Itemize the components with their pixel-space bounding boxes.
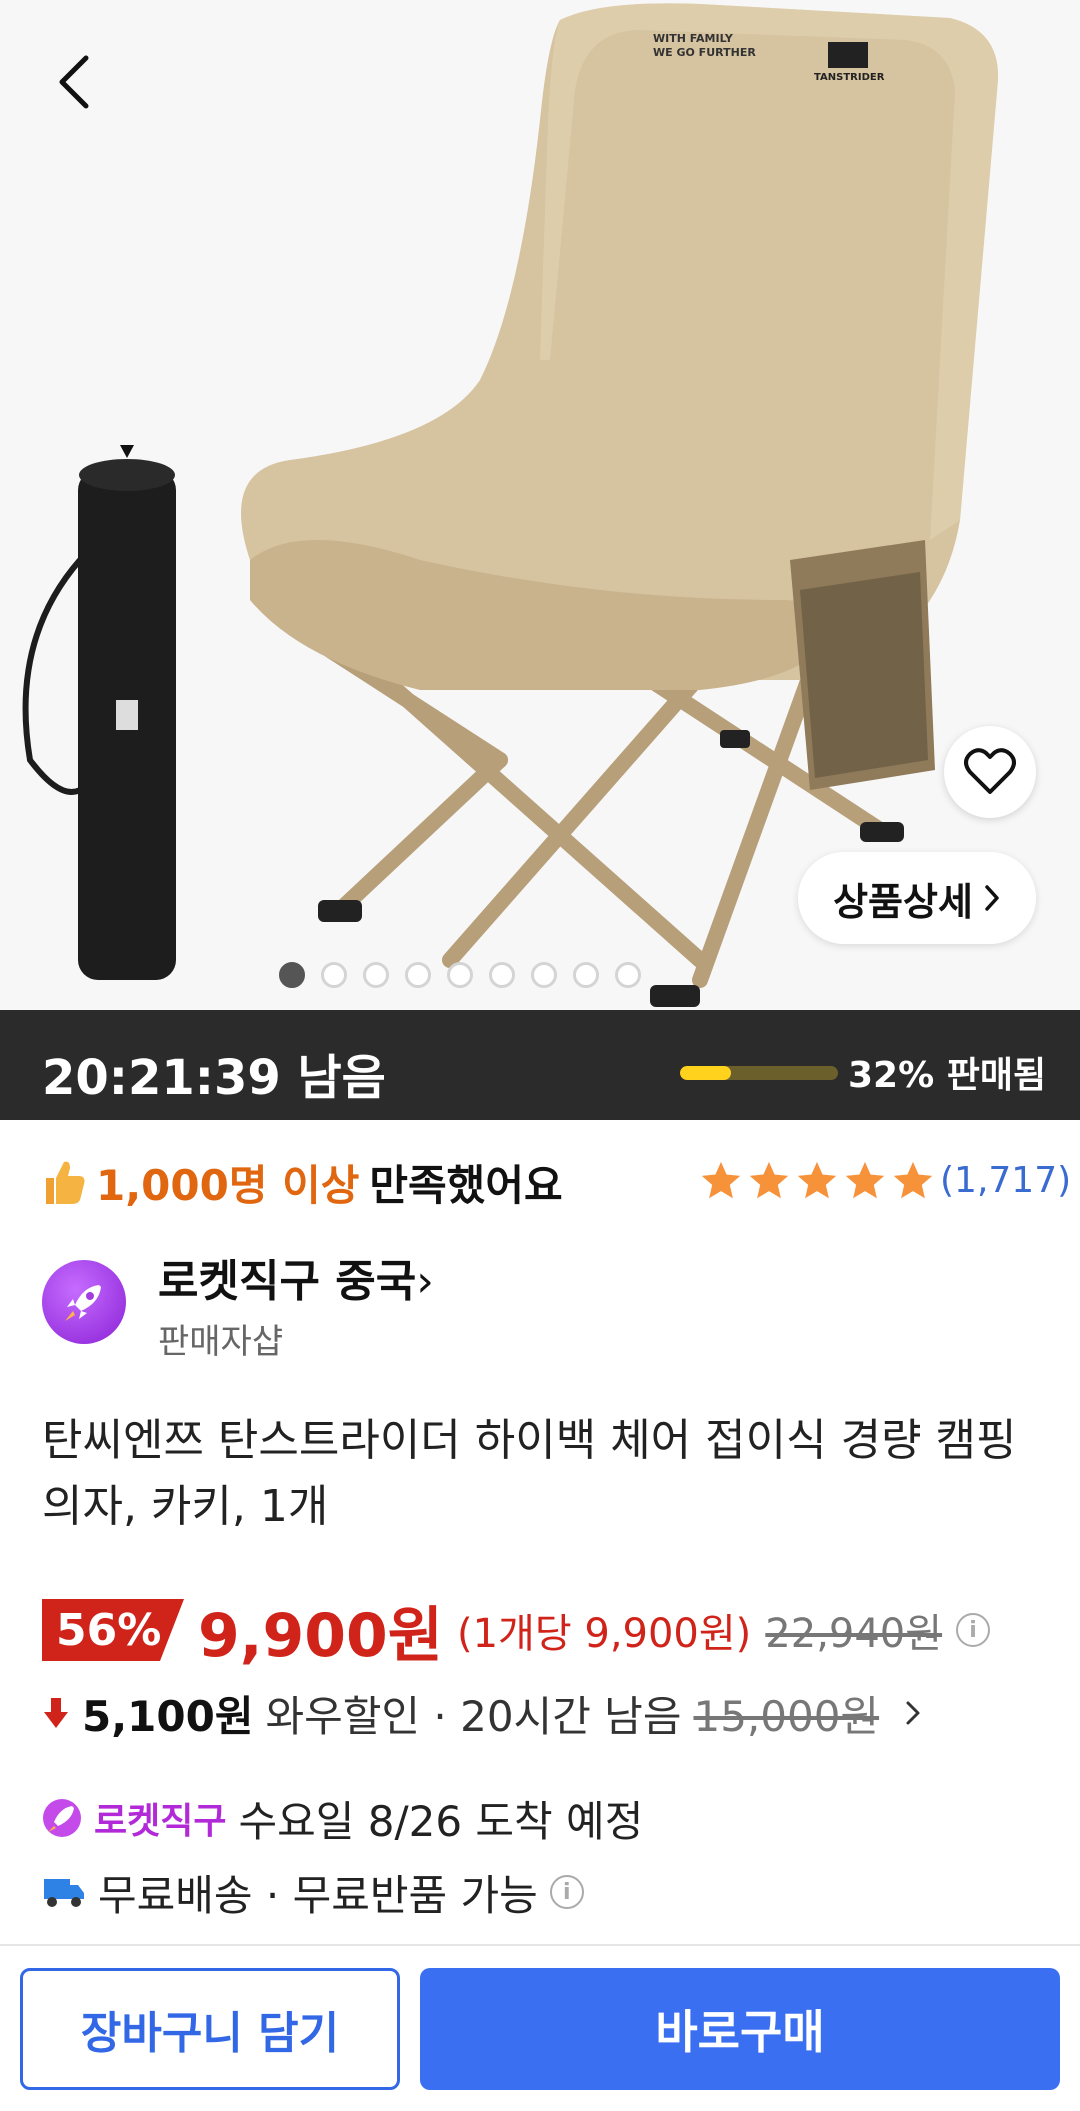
carousel-dot[interactable] xyxy=(405,962,431,988)
wow-discount-text: 와우할인 · 20시간 남음 xyxy=(265,1691,682,1741)
carousel-dot[interactable] xyxy=(279,962,305,988)
chevron-right-icon xyxy=(906,1701,920,1725)
chevron-right-icon: › xyxy=(416,1256,434,1307)
wow-original-price: 15,000원 xyxy=(693,1691,880,1741)
truck-icon xyxy=(44,1879,84,1907)
discount-badge: 56% xyxy=(42,1599,184,1661)
rating-stars[interactable] xyxy=(698,1158,936,1204)
arrow-down-icon xyxy=(44,1698,68,1728)
sold-progress-bar xyxy=(680,1066,838,1080)
rocket-brand-label: 로켓직구 xyxy=(94,1801,227,1842)
svg-text:WE GO FURTHER: WE GO FURTHER xyxy=(653,46,756,59)
wow-discount-amount: 5,100원 xyxy=(82,1691,254,1741)
back-button[interactable] xyxy=(42,50,106,114)
sold-progress-fill xyxy=(680,1066,731,1080)
review-count[interactable]: (1,717) xyxy=(940,1160,1071,1201)
carousel-dot[interactable] xyxy=(573,962,599,988)
chevron-right-icon xyxy=(985,885,999,911)
heart-icon xyxy=(964,748,1016,794)
thumbs-up-icon xyxy=(46,1161,85,1204)
add-to-cart-button[interactable]: 장바구니 담기 xyxy=(20,1968,400,2090)
satisfaction-row: 1,000명 이상 만족했어요 xyxy=(42,1150,563,1214)
star-icon xyxy=(701,1161,741,1199)
svg-text:TANSTRIDER: TANSTRIDER xyxy=(814,72,885,83)
carousel-dot[interactable] xyxy=(363,962,389,988)
info-icon[interactable]: i xyxy=(956,1613,991,1647)
chevron-left-icon xyxy=(59,55,89,109)
star-icon xyxy=(893,1161,933,1199)
info-icon[interactable]: i xyxy=(549,1875,584,1909)
seller-avatar[interactable] xyxy=(42,1260,126,1344)
carousel-indicator xyxy=(0,962,1080,988)
product-detail-button[interactable]: 상품상세 xyxy=(798,852,1036,944)
wow-discount-row[interactable]: 5,100원 와우할인 · 20시간 남음 15,000원 xyxy=(42,1680,923,1746)
star-icon xyxy=(797,1161,837,1199)
free-shipping-text: 무료배송 · 무료반품 가능 xyxy=(98,1870,538,1920)
product-detail-label: 상품상세 xyxy=(833,879,973,924)
seller-shop-link[interactable]: 로켓직구 중국› xyxy=(158,1245,434,1309)
rocket-icon xyxy=(65,1285,101,1321)
discount-percent: 56% xyxy=(56,1605,162,1656)
svg-text:WITH FAMILY: WITH FAMILY xyxy=(653,32,734,45)
star-icon xyxy=(749,1161,789,1199)
wishlist-button[interactable] xyxy=(944,726,1036,818)
carousel-dot[interactable] xyxy=(615,962,641,988)
buy-now-button[interactable]: 바로구매 xyxy=(420,1968,1060,2090)
sale-price: 9,900원 xyxy=(198,1600,443,1671)
seller-name: 로켓직구 중국 xyxy=(158,1256,417,1307)
product-image-carousel[interactable]: WITH FAMILY WE GO FURTHER TANSTRIDER 상품상… xyxy=(0,0,1080,1010)
carousel-dot[interactable] xyxy=(321,962,347,988)
delivery-eta-row: 로켓직구 수요일 8/26 도착 예정 xyxy=(42,1788,643,1848)
satisfaction-highlight: 1,000명 이상 xyxy=(96,1160,360,1210)
original-price: 22,940원 xyxy=(765,1611,943,1657)
time-remaining: 20:21:39 남음 xyxy=(42,1050,386,1106)
carousel-dot[interactable] xyxy=(531,962,557,988)
unit-price: (1개당 9,900원) xyxy=(457,1611,752,1657)
price-row: 56% 9,900원 (1개당 9,900원) 22,940원 i xyxy=(42,1590,991,1671)
carousel-dot[interactable] xyxy=(489,962,515,988)
deal-timer-bar: 20:21:39 남음 32% 판매됨 xyxy=(0,1010,1080,1120)
rocket-delivery-icon xyxy=(43,1799,81,1837)
sold-percent-label: 32% 판매됨 xyxy=(848,1055,1047,1096)
satisfaction-text: 만족했어요 xyxy=(369,1160,563,1210)
arrival-date: 수요일 8/26 도착 예정 xyxy=(238,1796,644,1846)
star-icon xyxy=(845,1161,885,1199)
carousel-dot[interactable] xyxy=(447,962,473,988)
product-title: 탄씨엔쯔 탄스트라이더 하이백 체어 접이식 경량 캠핑의자, 카키, 1개 xyxy=(42,1415,1017,1532)
bottom-action-bar: 장바구니 담기 바로구매 xyxy=(0,1944,1080,2111)
seller-type: 판매자샵 xyxy=(158,1322,284,1362)
free-shipping-row: 무료배송 · 무료반품 가능 i xyxy=(42,1862,584,1922)
